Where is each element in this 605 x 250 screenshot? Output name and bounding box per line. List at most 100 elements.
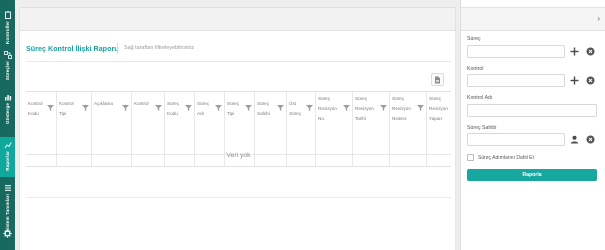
filter-icon[interactable] <box>155 98 162 111</box>
sidebar-item-surecler[interactable]: Süreçler <box>0 50 15 80</box>
column-label: Kontrol <box>59 101 74 106</box>
user-icon[interactable] <box>569 134 580 145</box>
column-header[interactable]: Kontrol Tipi <box>57 92 92 154</box>
export-button[interactable] <box>431 73 444 86</box>
filter-icon[interactable] <box>82 98 89 111</box>
top-toolbar <box>19 7 456 31</box>
chart-icon <box>3 92 12 101</box>
column-label: Süreç <box>227 101 240 106</box>
column-header[interactable]: Süreç Revizyon No. <box>316 92 353 154</box>
sidebar-item-raporlar[interactable]: Raporlar <box>0 137 15 177</box>
column-header[interactable]: Süreç Revizyon Yapan <box>427 92 451 154</box>
grid-bottom-divider <box>26 197 451 198</box>
chevron-right-icon[interactable]: › <box>597 15 600 23</box>
column-label: Kodu <box>167 111 178 116</box>
column-label: Süreç <box>197 101 210 106</box>
flow-icon <box>3 50 12 59</box>
kontrol-adi-label: Kontrol Adı <box>467 95 493 101</box>
report-button[interactable]: Raporla <box>467 169 597 181</box>
sidebar-item-label: Raporlar <box>5 151 10 171</box>
column-label: Revizyon <box>429 106 448 111</box>
app-root: Kontroller Süreçler Gösterge Raporlar Si… <box>0 0 605 250</box>
filter-icon[interactable] <box>343 98 350 111</box>
gear-icon[interactable] <box>3 225 12 238</box>
include-steps-checkbox[interactable] <box>467 154 474 161</box>
column-label: Tipi <box>59 111 67 116</box>
filter-icon[interactable] <box>277 98 284 111</box>
column-label: Süreç <box>257 101 270 106</box>
column-label: Sahibi <box>257 111 270 116</box>
column-label: Kontrol <box>28 101 43 106</box>
filter-icon[interactable] <box>47 98 54 111</box>
header-divider <box>26 61 451 62</box>
surec-input[interactable] <box>467 45 565 58</box>
sidebar: Kontroller Süreçler Gösterge Raporlar Si… <box>0 0 15 250</box>
sidebar-item-gosterge[interactable]: Gösterge <box>0 92 15 124</box>
column-label: Süreç <box>392 96 405 101</box>
empty-state-text: Veri yok <box>226 152 251 159</box>
clear-icon[interactable] <box>585 75 596 86</box>
column-label: Süreç <box>429 96 442 101</box>
clear-icon[interactable] <box>585 46 596 57</box>
filter-icon[interactable] <box>380 98 387 111</box>
column-label: Süreç <box>355 96 368 101</box>
column-header[interactable]: Süreç Kodu <box>165 92 195 154</box>
kontrol-label: Kontrol <box>467 66 484 72</box>
surec-sahibi-input[interactable] <box>467 133 565 146</box>
sidebar-item-label: Gösterge <box>5 103 10 124</box>
column-header[interactable]: Süreç Adı <box>195 92 225 154</box>
filter-icon[interactable] <box>215 98 222 111</box>
column-label: Tarihi <box>355 116 366 121</box>
column-label: Tipi <box>227 111 235 116</box>
plus-icon[interactable] <box>569 75 580 86</box>
column-label: Revizyon <box>355 106 374 111</box>
column-label: Kodu <box>28 111 39 116</box>
column-header[interactable]: Süreç Revizyon Tarihi <box>353 92 390 154</box>
kontrol-adi-input[interactable] <box>467 104 597 117</box>
report-card: Süreç Kontrol İlişki Raporu Sağ taraftan… <box>19 31 456 250</box>
document-export-icon <box>434 71 441 89</box>
column-label: Nedeni <box>392 116 407 121</box>
filter-panel: › Süreç Kontrol Kontrol Adı Süreç Sahibi <box>460 0 605 250</box>
sidebar-item-label: Kontroller <box>5 21 10 44</box>
column-label: Kontrol <box>134 101 149 106</box>
kontrol-input[interactable] <box>467 74 565 87</box>
column-label: Yapan <box>429 116 442 121</box>
column-header[interactable]: Süreç Revizyon Nedeni <box>390 92 427 154</box>
sidebar-item-kontroller[interactable]: Kontroller <box>0 10 15 44</box>
column-header[interactable]: Süreç Tipi <box>225 92 255 154</box>
plus-icon[interactable] <box>569 46 580 57</box>
column-label: Süreç <box>318 96 331 101</box>
include-steps-label: Süreç Adımlarını Dahil Et <box>478 154 534 161</box>
page-title: Süreç Kontrol İlişki Raporu <box>26 44 119 53</box>
column-header[interactable]: Kontrol <box>132 92 165 154</box>
include-steps-option[interactable]: Süreç Adımlarını Dahil Et <box>467 154 534 161</box>
column-label: Revizyon <box>392 106 411 111</box>
filter-icon[interactable] <box>245 98 252 111</box>
filter-panel-header: › <box>461 7 605 31</box>
column-label: Süreç <box>289 111 302 116</box>
surec-sahibi-label: Süreç Sahibi <box>467 125 497 131</box>
title-divider <box>117 43 118 54</box>
report-icon <box>3 140 12 149</box>
filter-icon[interactable] <box>122 98 129 111</box>
filter-icon[interactable] <box>417 98 424 111</box>
column-header[interactable]: Süreç Sahibi <box>255 92 287 154</box>
sidebar-item-label: Süreçler <box>5 61 10 81</box>
filter-icon[interactable] <box>306 98 313 111</box>
column-header[interactable]: Üst Süreç <box>287 92 316 154</box>
surec-label: Süreç <box>467 36 481 42</box>
column-label: Açıklama <box>94 101 113 106</box>
clear-icon[interactable] <box>585 134 596 145</box>
filter-icon[interactable] <box>185 98 192 111</box>
column-label: Revizyon <box>318 106 337 111</box>
clipboard-icon <box>3 10 12 19</box>
column-label: No. <box>318 116 326 121</box>
column-label: Üst <box>289 101 296 106</box>
column-label: Adı <box>197 111 204 116</box>
column-header[interactable]: Açıklama <box>92 92 132 154</box>
column-header[interactable]: Kontrol Kodu <box>26 92 57 154</box>
settings-list-icon <box>3 183 12 192</box>
column-label: Süreç <box>167 101 180 106</box>
page-subtitle: Sağ taraftan filtreleyebilirsiniz <box>124 45 195 51</box>
